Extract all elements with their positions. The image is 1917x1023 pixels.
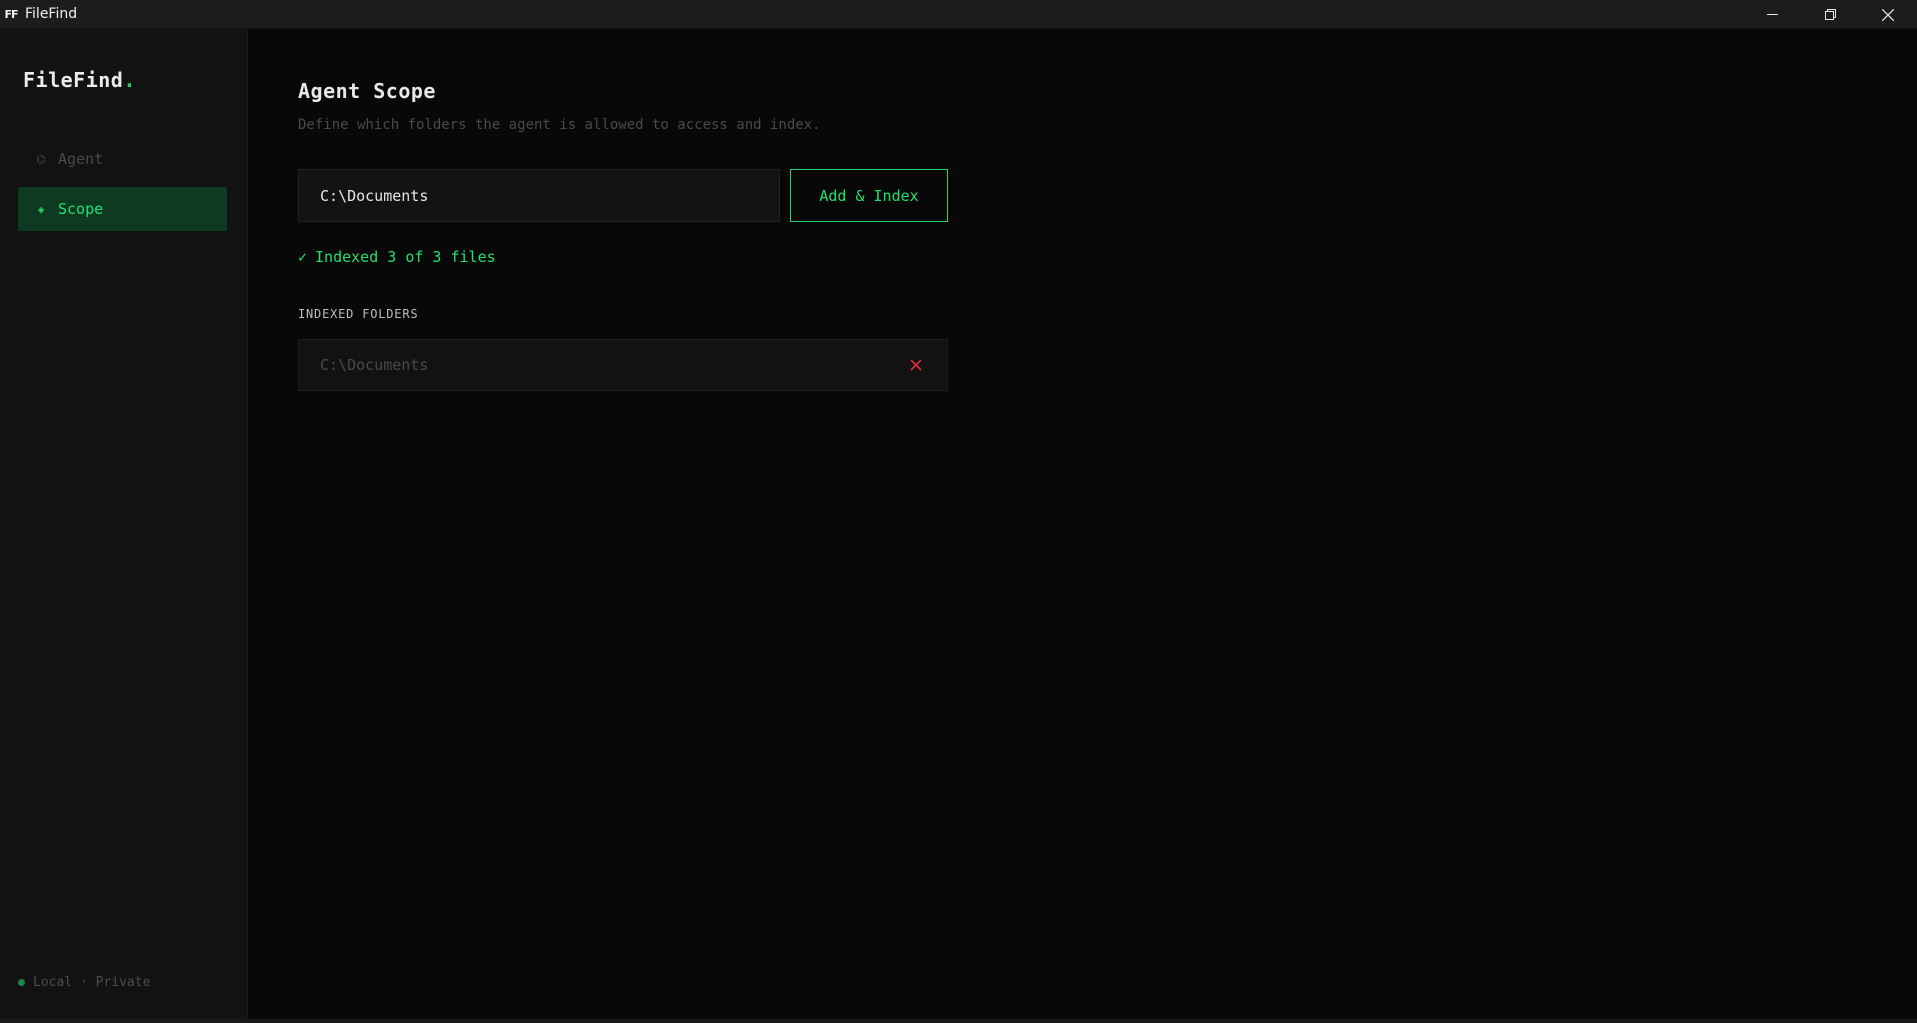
sidebar-item-scope[interactable]: ◈ Scope (18, 187, 227, 231)
app-logo-icon: FF (2, 5, 20, 23)
title-bar: FF FileFind (0, 0, 1917, 29)
status-text: Indexed 3 of 3 files (315, 248, 496, 266)
remove-folder-button[interactable] (909, 358, 923, 372)
index-status: ✓ Indexed 3 of 3 files (298, 248, 496, 266)
footer-text: Local · Private (33, 975, 151, 990)
sidebar: FileFind. ⌬ Agent ◈ Scope Local · Privat… (0, 29, 248, 1019)
folder-path: C:\Documents (320, 356, 429, 374)
sidebar-item-label: Scope (58, 200, 104, 218)
sidebar-footer: Local · Private (18, 975, 150, 990)
main-content: Agent Scope Define which folders the age… (249, 29, 1917, 1019)
restore-button[interactable] (1801, 0, 1859, 29)
sidebar-item-agent[interactable]: ⌬ Agent (18, 137, 227, 181)
page-title: Agent Scope (298, 79, 436, 103)
brand-name: FileFind (23, 68, 124, 92)
scope-icon: ◈ (37, 202, 45, 216)
brand-logo: FileFind. (23, 68, 136, 92)
minimize-button[interactable] (1743, 0, 1801, 29)
status-dot-icon (18, 979, 25, 986)
restore-icon (1824, 9, 1836, 20)
agent-icon: ⌬ (36, 152, 46, 166)
window-title: FileFind (25, 6, 78, 22)
sidebar-item-label: Agent (58, 150, 104, 168)
add-index-button[interactable]: Add & Index (790, 169, 948, 222)
window-controls (1743, 0, 1917, 29)
section-label-indexed-folders: INDEXED FOLDERS (298, 307, 419, 321)
app-icon-text: FF (4, 7, 18, 21)
close-icon (1882, 8, 1894, 21)
page-subtitle: Define which folders the agent is allowe… (298, 117, 821, 133)
close-window-button[interactable] (1859, 0, 1917, 29)
list-item: C:\Documents (298, 339, 948, 391)
close-icon (910, 359, 922, 371)
brand-dot: . (123, 68, 136, 92)
folder-path-input[interactable] (298, 169, 780, 222)
minimize-icon (1766, 14, 1778, 15)
check-icon: ✓ (298, 248, 308, 266)
bottom-border (0, 1019, 1917, 1023)
